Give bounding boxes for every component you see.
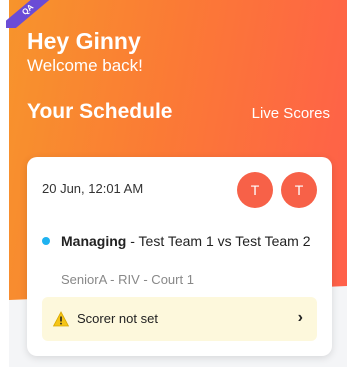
match-title: Managing - Test Team 1 vs Test Team 2 <box>61 233 311 250</box>
live-scores-link[interactable]: Live Scores <box>252 105 330 122</box>
warning-icon <box>53 311 69 327</box>
status-dot <box>42 237 50 245</box>
scorer-status-text: Scorer not set <box>77 311 158 326</box>
schedule-heading: Your Schedule <box>27 100 173 123</box>
greeting-title: Hey Ginny <box>27 28 141 54</box>
schedule-card[interactable]: 20 Jun, 12:01 AM T T Managing - Test Tea… <box>27 157 332 356</box>
environment-ribbon: QA <box>6 0 50 28</box>
match-teams: - Test Team 1 vs Test Team 2 <box>126 233 311 249</box>
role-label: Managing <box>61 233 127 249</box>
match-datetime: 20 Jun, 12:01 AM <box>42 181 144 196</box>
chevron-right-icon: › <box>297 309 303 326</box>
welcome-subtitle: Welcome back! <box>27 56 143 75</box>
match-details: SeniorA - RIV - Court 1 <box>61 272 194 287</box>
scorer-status-row[interactable]: Scorer not set › <box>42 297 317 341</box>
ribbon-label: QA <box>6 0 50 28</box>
avatar[interactable]: T <box>237 172 273 208</box>
avatar[interactable]: T <box>281 172 317 208</box>
